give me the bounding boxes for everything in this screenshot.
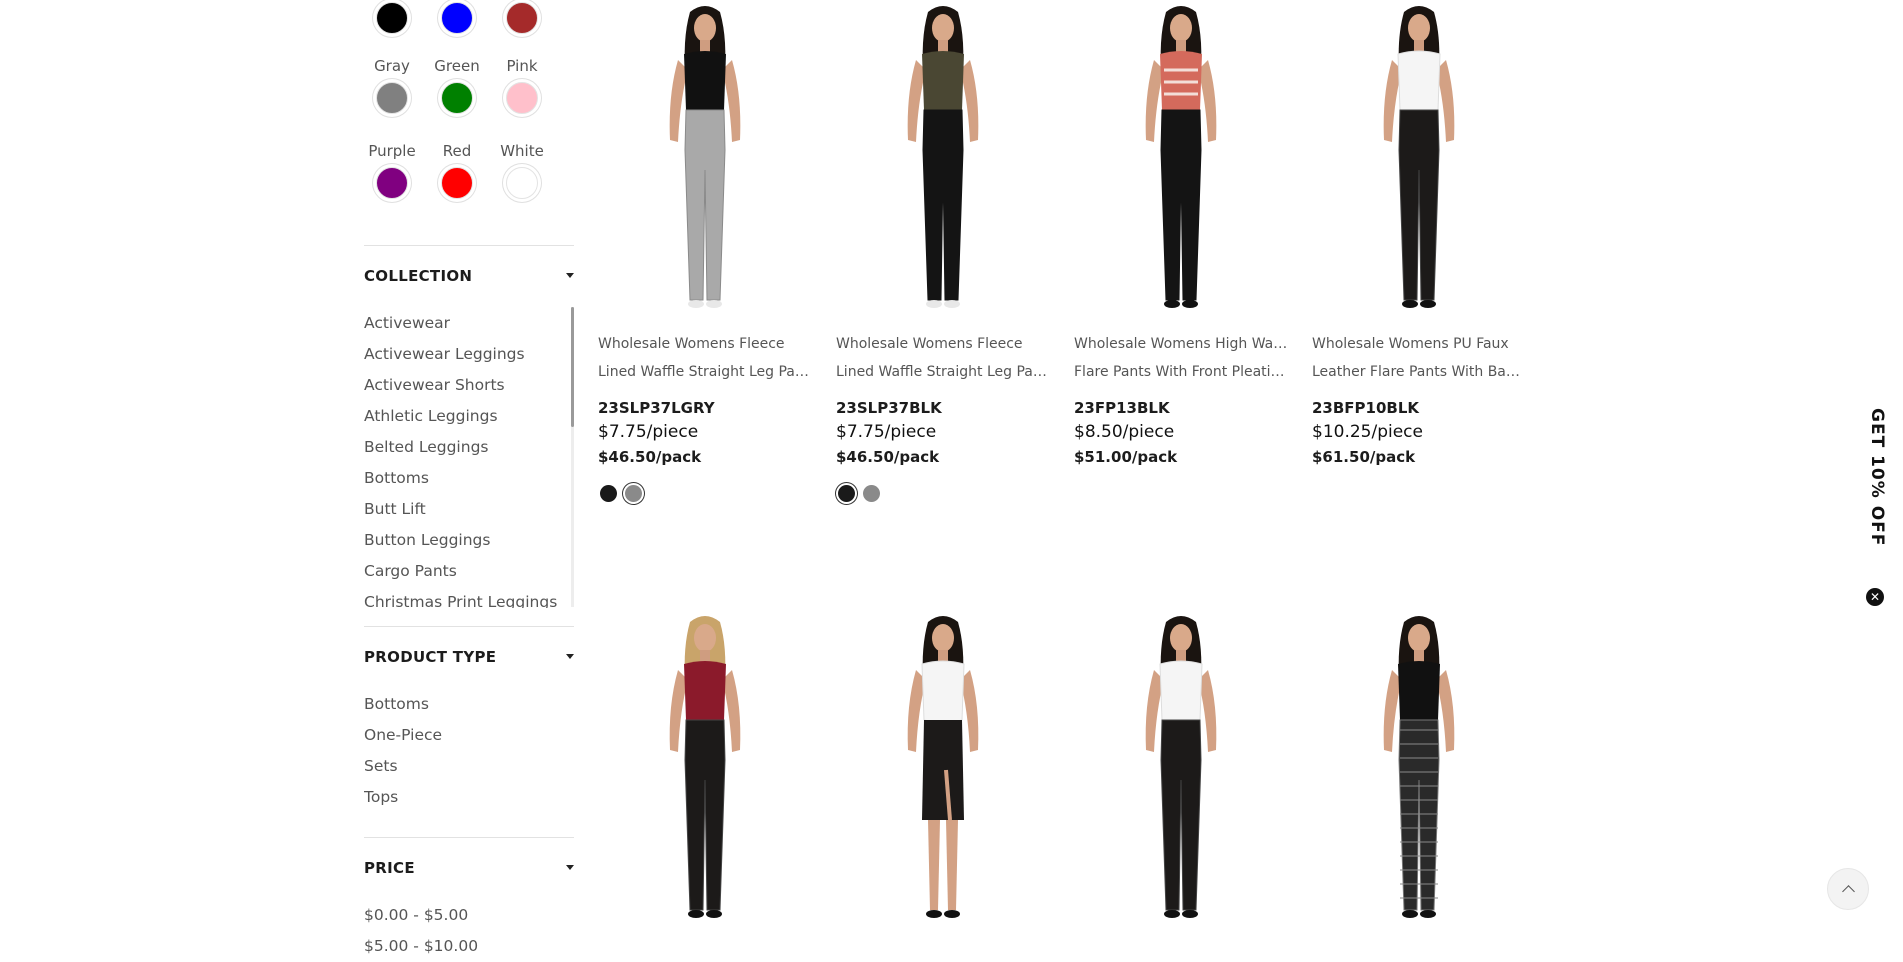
price-per-pack: $51.00/pack — [1074, 448, 1178, 466]
color-option[interactable]: White — [490, 141, 554, 199]
price-per-piece: $7.75/piece — [598, 422, 699, 442]
color-option[interactable]: Red — [425, 141, 489, 199]
product-image[interactable] — [598, 0, 813, 324]
product-type-option[interactable]: Tops — [364, 782, 574, 813]
color-swatch[interactable] — [441, 167, 473, 199]
price-per-piece: $8.50/piece — [1074, 422, 1175, 442]
product-color-swatch[interactable] — [863, 485, 880, 502]
price-per-pack: $46.50/pack — [598, 448, 702, 466]
collection-option[interactable]: Butt Lift — [364, 494, 574, 525]
collection-option[interactable]: Activewear Shorts — [364, 370, 574, 401]
collection-list: Activewear Activewear Leggings Activewear … — [364, 308, 574, 608]
color-label: White — [500, 142, 544, 160]
product-sku: 23SLP37BLK — [836, 399, 942, 417]
product-image[interactable] — [836, 610, 1051, 934]
color-option[interactable]: Purple — [360, 141, 424, 199]
product-sku: 23SLP37LGRY — [598, 399, 715, 417]
back-to-top-button[interactable] — [1827, 868, 1869, 910]
price-per-piece: $10.25/piece — [1312, 422, 1423, 442]
product-type-filter-header[interactable]: PRODUCT TYPE — [364, 648, 574, 666]
color-swatch[interactable] — [376, 2, 408, 34]
color-swatch[interactable] — [376, 167, 408, 199]
collection-option[interactable]: Activewear Leggings — [364, 339, 574, 370]
collection-option[interactable]: Button Leggings — [364, 525, 574, 556]
color-label: Purple — [368, 142, 416, 160]
price-per-piece: $7.75/piece — [836, 422, 937, 442]
product-color-swatch[interactable] — [625, 485, 642, 502]
price-per-pack: $61.50/pack — [1312, 448, 1416, 466]
color-swatch[interactable] — [506, 2, 538, 34]
collection-option[interactable]: Activewear — [364, 308, 574, 339]
product-title-line[interactable]: Flare Pants With Front Pleatin... — [1074, 364, 1289, 380]
color-option[interactable] — [360, 2, 424, 34]
product-sku: 23BFP10BLK — [1312, 399, 1420, 417]
product-title-line[interactable]: Lined Waffle Straight Leg Pant... — [598, 364, 813, 380]
collection-option[interactable]: Cargo Pants — [364, 556, 574, 587]
color-option[interactable] — [425, 2, 489, 34]
product-title-line[interactable]: Wholesale Womens Fleece — [598, 336, 813, 352]
color-label: Red — [442, 142, 472, 160]
chevron-up-icon — [1842, 885, 1855, 898]
collection-option[interactable]: Athletic Leggings — [364, 401, 574, 432]
color-option[interactable]: Pink — [490, 56, 554, 114]
close-icon[interactable]: ✕ — [1866, 588, 1884, 606]
collection-option[interactable]: Christmas Print Leggings — [364, 587, 574, 608]
divider — [364, 626, 574, 627]
collection-filter-header[interactable]: COLLECTION — [364, 267, 574, 285]
product-color-swatches — [838, 485, 880, 502]
product-type-list: Bottoms One-Piece Sets Tops — [364, 689, 574, 819]
product-type-title: PRODUCT TYPE — [364, 648, 497, 666]
product-image[interactable] — [1312, 610, 1527, 934]
divider — [364, 245, 574, 246]
price-filter-header[interactable]: PRICE — [364, 859, 574, 877]
product-image[interactable] — [598, 610, 813, 934]
collection-option[interactable]: Bottoms — [364, 463, 574, 494]
product-image[interactable] — [836, 0, 1051, 324]
product-type-option[interactable]: Sets — [364, 751, 574, 782]
product-title-line[interactable]: Wholesale Womens PU Faux — [1312, 336, 1527, 352]
color-option[interactable] — [490, 2, 554, 34]
product-title-line[interactable]: Leather Flare Pants With Back... — [1312, 364, 1527, 380]
collection-scrollbar[interactable] — [571, 307, 574, 607]
collection-option[interactable]: Belted Leggings — [364, 432, 574, 463]
color-label: Green — [434, 57, 480, 75]
price-option[interactable]: $0.00 - $5.00 — [364, 900, 574, 931]
caret-down-icon[interactable] — [566, 865, 574, 870]
promo-label: GET 10% OFF — [1867, 408, 1887, 547]
product-image[interactable] — [1074, 0, 1289, 324]
product-image[interactable] — [1074, 610, 1289, 934]
product-color-swatch[interactable] — [838, 485, 855, 502]
color-swatch[interactable] — [506, 167, 538, 199]
caret-down-icon[interactable] — [566, 273, 574, 278]
product-title-line[interactable]: Lined Waffle Straight Leg Pant... — [836, 364, 1051, 380]
price-per-pack: $46.50/pack — [836, 448, 940, 466]
color-swatch[interactable] — [441, 2, 473, 34]
product-type-option[interactable]: Bottoms — [364, 689, 574, 720]
product-color-swatch[interactable] — [600, 485, 617, 502]
scrollbar-thumb[interactable] — [571, 307, 574, 427]
product-image[interactable] — [1312, 0, 1527, 324]
color-label: Gray — [374, 57, 410, 75]
collection-title: COLLECTION — [364, 267, 473, 285]
divider — [364, 837, 574, 838]
price-title: PRICE — [364, 859, 415, 877]
product-color-swatches — [600, 485, 642, 502]
promo-tab[interactable]: GET 10% OFF — [1855, 400, 1895, 560]
color-label: Pink — [506, 57, 538, 75]
color-swatch[interactable] — [441, 82, 473, 114]
product-title-line[interactable]: Wholesale Womens Fleece — [836, 336, 1051, 352]
price-option[interactable]: $5.00 - $10.00 — [364, 931, 574, 962]
caret-down-icon[interactable] — [566, 654, 574, 659]
product-type-option[interactable]: One-Piece — [364, 720, 574, 751]
color-option[interactable]: Green — [425, 56, 489, 114]
color-option[interactable]: Gray — [360, 56, 424, 114]
color-swatch[interactable] — [376, 82, 408, 114]
product-title-line[interactable]: Wholesale Womens High Waist — [1074, 336, 1289, 352]
color-swatch[interactable] — [506, 82, 538, 114]
product-sku: 23FP13BLK — [1074, 399, 1170, 417]
